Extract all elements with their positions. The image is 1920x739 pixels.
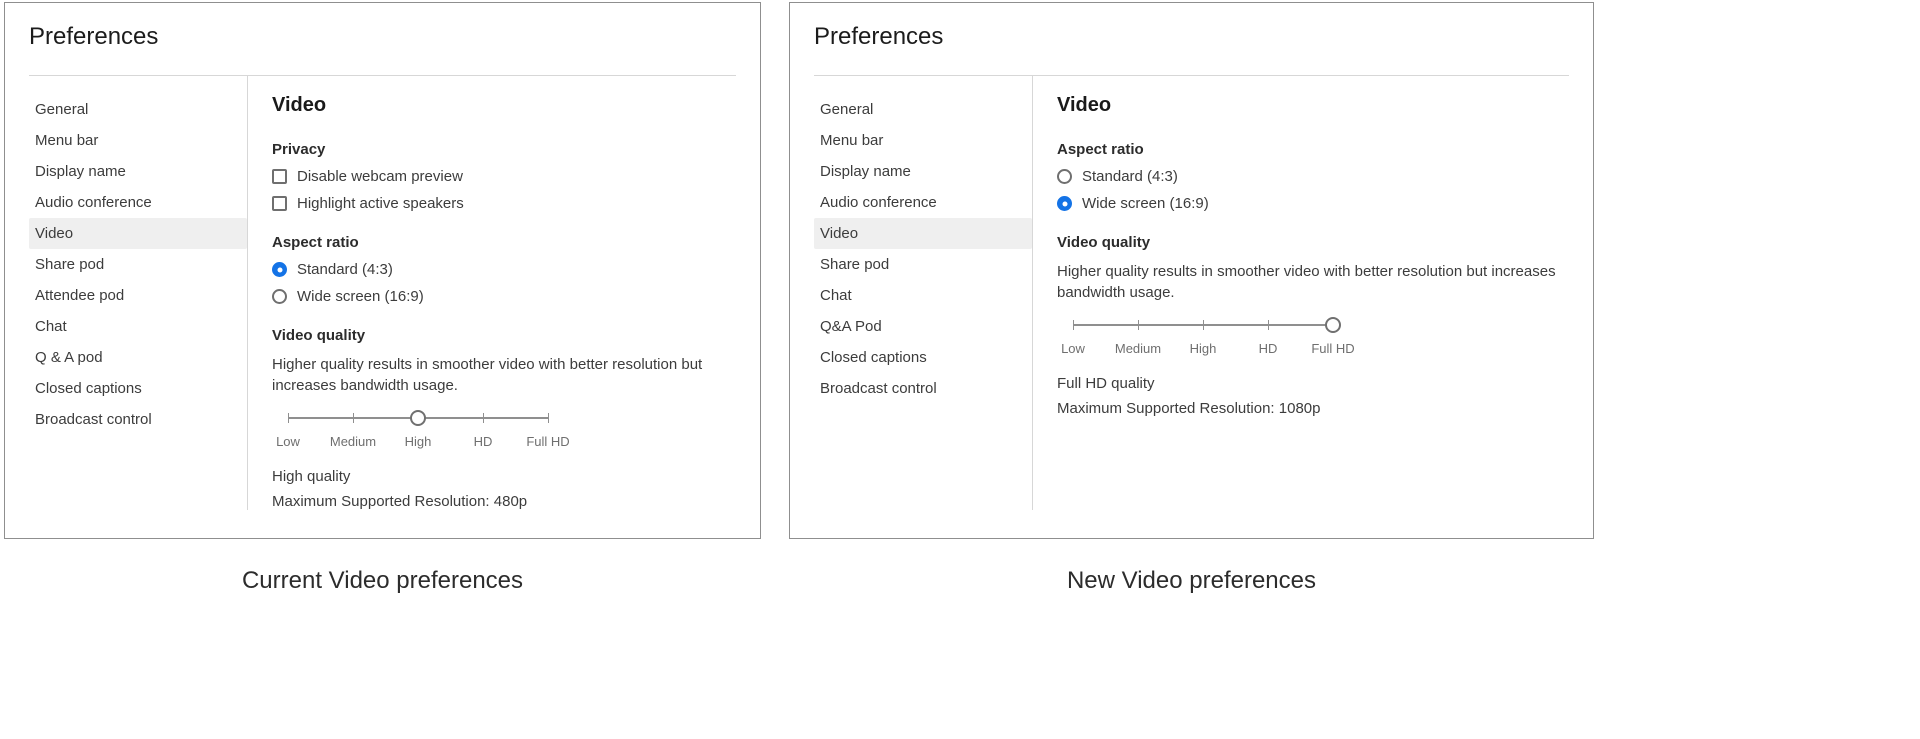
sidebar-item[interactable]: General: [29, 94, 247, 125]
radio-option[interactable]: Standard (4:3): [1057, 168, 1569, 185]
caption-new: New Video preferences: [789, 567, 1594, 595]
quality-resolution: Maximum Supported Resolution: 1080p: [1057, 400, 1569, 417]
checkbox-highlight-speakers[interactable]: Highlight active speakers: [272, 195, 736, 212]
quality-subhead: Video quality: [272, 327, 736, 344]
slider-label: Low: [276, 434, 300, 449]
slider-label: Medium: [1115, 341, 1161, 356]
radio-label: Standard (4:3): [297, 261, 393, 278]
sidebar-item[interactable]: General: [814, 94, 1032, 125]
quality-current: Full HD quality: [1057, 375, 1569, 392]
slider-label: High: [405, 434, 432, 449]
sidebar-item[interactable]: Audio conference: [814, 187, 1032, 218]
checkbox-disable-webcam[interactable]: Disable webcam preview: [272, 168, 736, 185]
slider-label: Full HD: [1311, 341, 1354, 356]
checkbox-icon: [272, 169, 287, 184]
radio-option[interactable]: Wide screen (16:9): [272, 288, 736, 305]
sidebar-item[interactable]: Menu bar: [814, 125, 1032, 156]
sidebar: GeneralMenu barDisplay nameAudio confere…: [814, 76, 1032, 510]
panel-new: Preferences GeneralMenu barDisplay nameA…: [789, 2, 1594, 539]
sidebar-item[interactable]: Chat: [814, 280, 1032, 311]
sidebar-item[interactable]: Q & A pod: [29, 342, 247, 373]
slider-label: Full HD: [526, 434, 569, 449]
radio-label: Wide screen (16:9): [1082, 195, 1209, 212]
quality-subhead: Video quality: [1057, 234, 1569, 251]
radio-option[interactable]: Wide screen (16:9): [1057, 195, 1569, 212]
quality-desc: Higher quality results in smoother video…: [272, 354, 736, 396]
sidebar-item[interactable]: Attendee pod: [29, 280, 247, 311]
caption-current: Current Video preferences: [4, 567, 761, 595]
panel-current: Preferences GeneralMenu barDisplay nameA…: [4, 2, 761, 539]
aspect-radios: Standard (4:3) Wide screen (16:9): [1057, 168, 1569, 212]
sidebar-item[interactable]: Q&A Pod: [814, 311, 1032, 342]
aspect-subhead: Aspect ratio: [1057, 141, 1569, 158]
main: Video Privacy Disable webcam preview Hig…: [247, 76, 736, 510]
sidebar-item[interactable]: Audio conference: [29, 187, 247, 218]
section-heading: Video: [1057, 94, 1569, 117]
sidebar-item[interactable]: Video: [29, 218, 247, 249]
checkbox-icon: [272, 196, 287, 211]
radio-icon: [1057, 169, 1072, 184]
sidebar-item[interactable]: Menu bar: [29, 125, 247, 156]
sidebar-item[interactable]: Share pod: [814, 249, 1032, 280]
quality-slider[interactable]: Low Medium High HD Full HD: [1057, 315, 1569, 359]
sidebar-item[interactable]: Closed captions: [29, 373, 247, 404]
sidebar-item[interactable]: Broadcast control: [29, 404, 247, 435]
panel-title: Preferences: [29, 23, 736, 51]
slider-label: HD: [474, 434, 493, 449]
slider-handle[interactable]: [1325, 317, 1341, 333]
sidebar-item[interactable]: Share pod: [29, 249, 247, 280]
slider-label: HD: [1259, 341, 1278, 356]
quality-current: High quality: [272, 468, 736, 485]
sidebar-item[interactable]: Closed captions: [814, 342, 1032, 373]
sidebar-item[interactable]: Broadcast control: [814, 373, 1032, 404]
radio-option[interactable]: Standard (4:3): [272, 261, 736, 278]
radio-icon: [272, 262, 287, 277]
sidebar-item[interactable]: Display name: [814, 156, 1032, 187]
quality-resolution: Maximum Supported Resolution: 480p: [272, 493, 736, 510]
sidebar-item[interactable]: Chat: [29, 311, 247, 342]
quality-desc: Higher quality results in smoother video…: [1057, 261, 1569, 303]
checkbox-label: Highlight active speakers: [297, 195, 464, 212]
slider-label: Medium: [330, 434, 376, 449]
slider-handle[interactable]: [410, 410, 426, 426]
slider-label: High: [1190, 341, 1217, 356]
slider-label: Low: [1061, 341, 1085, 356]
main: Video Aspect ratio Standard (4:3) Wide sc…: [1032, 76, 1569, 510]
radio-icon: [1057, 196, 1072, 211]
section-heading: Video: [272, 94, 736, 117]
sidebar: GeneralMenu barDisplay nameAudio confere…: [29, 76, 247, 510]
aspect-subhead: Aspect ratio: [272, 234, 736, 251]
radio-label: Wide screen (16:9): [297, 288, 424, 305]
radio-label: Standard (4:3): [1082, 168, 1178, 185]
sidebar-item[interactable]: Display name: [29, 156, 247, 187]
sidebar-item[interactable]: Video: [814, 218, 1032, 249]
radio-icon: [272, 289, 287, 304]
aspect-radios: Standard (4:3) Wide screen (16:9): [272, 261, 736, 305]
privacy-subhead: Privacy: [272, 141, 736, 158]
quality-slider[interactable]: Low Medium High HD Full HD: [272, 408, 736, 452]
panel-title: Preferences: [814, 23, 1569, 51]
checkbox-label: Disable webcam preview: [297, 168, 463, 185]
